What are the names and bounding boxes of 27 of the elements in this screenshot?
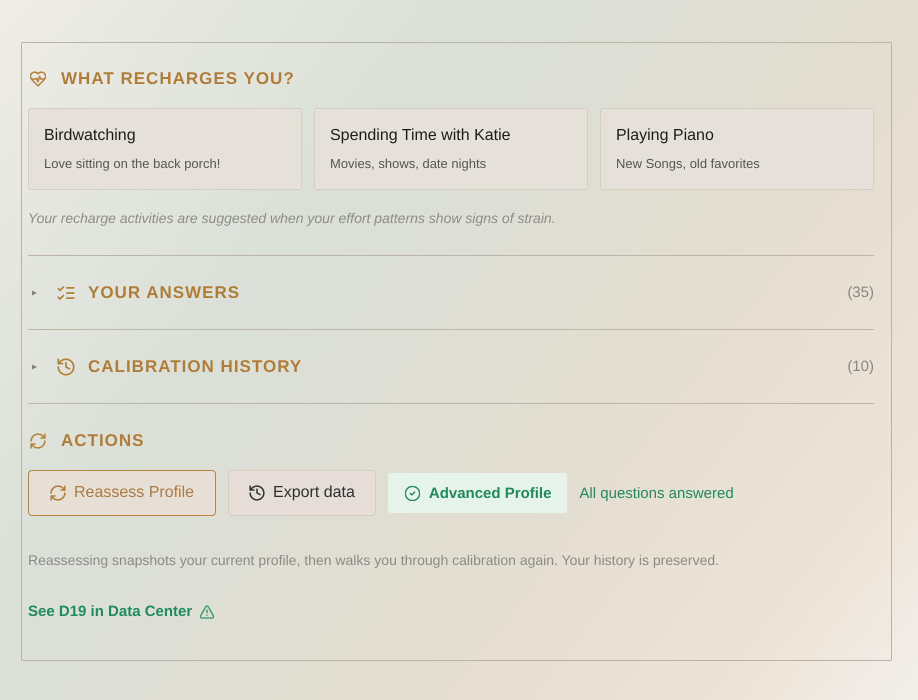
activity-card[interactable]: Spending Time with Katie Movies, shows, date nights: [314, 108, 588, 190]
activity-title: Birdwatching: [44, 126, 137, 146]
activity-card[interactable]: Birdwatching Love sitting on the back porch!: [28, 108, 302, 190]
export-button[interactable]: Export data: [228, 470, 376, 516]
recharge-note: Your recharge activities are suggested when your effort patterns show signs of strain.: [28, 209, 557, 228]
activity-description: Love sitting on the back porch!: [44, 155, 222, 173]
activity-title: Spending Time with Katie: [330, 126, 512, 146]
item-count: (10): [847, 356, 874, 376]
checklist-icon: [57, 284, 75, 302]
reassess-note: Reassessing snapshots your current profile, then walks you through calibration again. Your history is preserved.: [28, 551, 720, 570]
history-icon: [57, 358, 75, 376]
profile-level-text: Advanced Profile: [428, 484, 552, 502]
activity-title: Playing Piano: [616, 126, 715, 146]
history-icon: [249, 485, 266, 501]
heart-pulse-icon: [30, 71, 46, 87]
section-heading: ACTIONS: [61, 430, 144, 452]
item-count: (35): [847, 282, 874, 302]
activity-description: New Songs, old favorites: [616, 155, 761, 173]
status-text: All questions answered: [579, 484, 734, 502]
refresh-icon: [30, 433, 46, 449]
section-heading: WHAT RECHARGES YOU?: [61, 68, 295, 90]
refresh-icon: [50, 485, 66, 501]
activity-description: Movies, shows, date nights: [330, 155, 488, 173]
caret-icon[interactable]: [32, 290, 37, 296]
warning-icon: [200, 605, 214, 619]
activity-card[interactable]: Playing Piano New Songs, old favorites: [600, 108, 874, 190]
caret-icon[interactable]: [32, 364, 37, 370]
